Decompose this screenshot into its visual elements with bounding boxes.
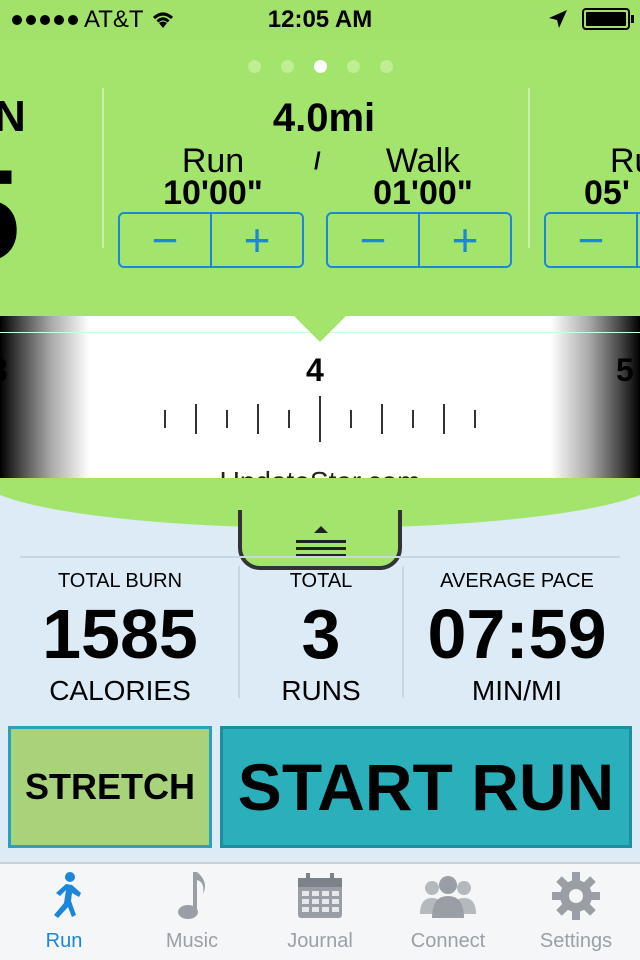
next-run-decrease-button[interactable]: − — [546, 214, 636, 266]
next-run-duration: 05' — [584, 174, 630, 212]
tab-run[interactable]: Run — [0, 864, 128, 960]
ruler-tick — [474, 410, 476, 428]
page-dot[interactable] — [280, 60, 294, 73]
segment-distance: 4.0mi — [272, 96, 376, 140]
stat-value: 3 — [301, 595, 341, 673]
stat-divider — [402, 566, 404, 698]
stats-top-divider — [20, 556, 620, 558]
ruler-number-right: 5 — [616, 352, 634, 388]
calendar-icon — [298, 873, 342, 918]
ruler-tick — [443, 404, 445, 434]
ruler-tick — [257, 404, 259, 434]
ruler-number-left: 3 — [0, 352, 8, 389]
separator: / — [314, 148, 321, 175]
tab-settings[interactable]: Settings — [512, 864, 640, 960]
ruler-tick — [319, 396, 321, 442]
ruler-tick — [381, 404, 383, 434]
page-dot[interactable] — [247, 60, 261, 73]
runner-icon — [54, 872, 81, 918]
tab-journal[interactable]: Journal — [256, 864, 384, 960]
previous-card-label: N — [0, 92, 26, 141]
stat-divider — [238, 566, 240, 698]
page-dot-active[interactable] — [313, 60, 327, 73]
status-time: 12:05 AM — [267, 6, 373, 33]
walk-decrease-button[interactable]: − — [328, 214, 418, 266]
music-note-icon — [178, 872, 205, 919]
ruler-tick — [412, 410, 414, 428]
status-bar: AT&T 12:05 AM — [0, 0, 640, 40]
interval-panel[interactable]: N 5 4.0mi Run 10'00" / Walk 01'00" Ru 05… — [0, 40, 640, 312]
tab-label: Run — [45, 930, 83, 952]
run-duration: 10'00" — [163, 174, 263, 212]
tab-label: Music — [165, 930, 219, 952]
location-arrow-icon — [549, 10, 567, 28]
stat-label: TOTAL BURN — [57, 570, 183, 592]
start-run-button[interactable]: START RUN — [220, 726, 632, 848]
ruler-tick — [164, 410, 166, 428]
stat-unit: CALORIES — [49, 675, 191, 706]
battery-icon — [582, 8, 634, 30]
gear-icon — [552, 872, 600, 920]
ruler-tick — [350, 410, 352, 428]
tab-connect[interactable]: Connect — [384, 864, 512, 960]
run-decrease-button[interactable]: − — [120, 214, 210, 266]
stat-total-burn: TOTAL BURN 1585 CALORIES — [20, 570, 220, 707]
ruler-number-center: 4 — [306, 352, 324, 388]
stat-label: AVERAGE PACE — [440, 570, 594, 592]
stat-unit: MIN/MI — [471, 675, 563, 706]
walk-duration: 01'00" — [373, 174, 473, 212]
tab-music[interactable]: Music — [128, 864, 256, 960]
stat-average-pace: AVERAGE PACE 07:59 MIN/MI — [406, 570, 628, 707]
tab-bar: Run Music Journal Connect Settings — [0, 862, 640, 960]
ruler-tick — [195, 404, 197, 434]
run-increase-button[interactable]: + — [210, 214, 302, 266]
ruler-pointer-icon — [290, 312, 350, 342]
page-indicator[interactable] — [0, 60, 640, 73]
next-run-increase-button[interactable]: + — [636, 214, 640, 266]
walk-increase-button[interactable]: + — [418, 214, 510, 266]
people-icon — [420, 876, 476, 918]
tab-label: Connect — [410, 930, 486, 952]
stat-value: 07:59 — [427, 595, 607, 673]
stretch-button[interactable]: STRETCH — [8, 726, 212, 848]
run-stepper[interactable]: − + — [118, 212, 304, 268]
stat-label: TOTAL — [289, 570, 353, 592]
page-dot[interactable] — [379, 60, 393, 73]
tab-label: Journal — [287, 930, 353, 952]
ruler-tick — [226, 410, 228, 428]
stat-unit: RUNS — [281, 675, 361, 706]
tab-label: Settings — [539, 930, 613, 952]
next-run-stepper[interactable]: − + — [544, 212, 640, 268]
stat-value: 1585 — [42, 595, 198, 673]
page-dot[interactable] — [346, 60, 360, 73]
walk-stepper[interactable]: − + — [326, 212, 512, 268]
ruler-tick — [288, 410, 290, 428]
stat-total-runs: TOTAL 3 RUNS — [242, 570, 400, 707]
previous-card-value: 5 — [0, 150, 20, 280]
status-right — [548, 8, 634, 30]
expand-arrow-icon — [314, 526, 328, 533]
